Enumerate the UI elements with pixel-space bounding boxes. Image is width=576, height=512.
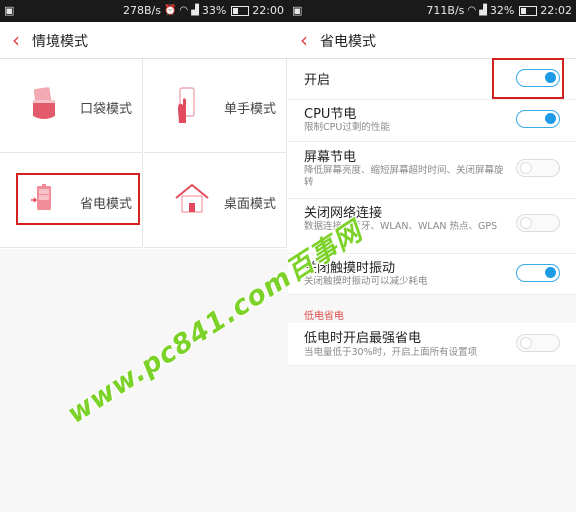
section-header: 低电省电 (304, 311, 344, 322)
mode-label: 桌面模式 (224, 197, 277, 212)
one-hand-mode-icon (178, 87, 195, 123)
highlight-box (492, 58, 564, 99)
cpu-toggle[interactable] (516, 110, 560, 128)
setting-subtitle: 关闭触摸时振动可以减少耗电 (304, 276, 428, 287)
setting-title: 开启 (304, 73, 331, 88)
screen-toggle[interactable] (516, 159, 560, 177)
setting-row-low-battery[interactable]: 低电时开启最强省电 当电量低于30%时，开启上面所有设置项 (288, 323, 576, 366)
setting-subtitle: 降低屏幕亮度、缩短屏幕超时时间、关闭屏幕旋转 (304, 165, 504, 188)
mode-label: 口袋模式 (80, 102, 133, 117)
mode-label: 单手模式 (224, 102, 277, 117)
network-speed: 711B/s (426, 4, 465, 17)
vibration-toggle[interactable] (516, 264, 560, 282)
network-toggle[interactable] (516, 214, 560, 232)
status-bar: ▣ 278B/s ⏰ ◠ ▟ 33% 22:00 (0, 0, 288, 22)
setting-subtitle: 当电量低于30%时，开启上面所有设置项 (304, 347, 478, 358)
scene-mode-screen: ▣ 278B/s ⏰ ◠ ▟ 33% 22:00 ‹ 情境模式 口袋模式 单手模… (0, 0, 288, 512)
desktop-mode-icon (175, 183, 209, 213)
title-bar: ‹ 情境模式 (0, 22, 288, 59)
status-bar: ▣ 711B/s ◠ ▟ 32% 22:02 (288, 0, 576, 22)
setting-row-screen[interactable]: 屏幕节电 降低屏幕亮度、缩短屏幕超时时间、关闭屏幕旋转 (288, 142, 576, 199)
toggle-knob (520, 162, 532, 174)
screenshot-icon: ▣ (292, 4, 303, 17)
toggle-knob (545, 113, 556, 124)
signal-icon: ▟ (479, 5, 487, 16)
network-speed: 278B/s (122, 4, 161, 17)
toggle-knob (545, 267, 556, 278)
battery-icon (519, 5, 538, 16)
signal-icon: ▟ (191, 5, 199, 16)
wifi-icon: ◠ (179, 5, 189, 16)
battery-percent: 32% (489, 4, 515, 17)
wifi-icon: ◠ (467, 5, 477, 16)
page-title: 省电模式 (320, 34, 376, 50)
low-battery-toggle[interactable] (516, 334, 560, 352)
mode-tile-pocket[interactable]: 口袋模式 (0, 59, 143, 153)
highlight-box (16, 173, 140, 225)
back-chevron-icon[interactable]: ‹ (12, 28, 20, 52)
back-chevron-icon[interactable]: ‹ (300, 28, 308, 52)
setting-title: 屏幕节电 (304, 150, 357, 165)
pocket-mode-icon (33, 87, 55, 119)
alarm-icon: ⏰ (163, 5, 177, 16)
battery-percent: 33% (201, 4, 227, 17)
page-title: 情境模式 (32, 34, 88, 50)
setting-row-cpu[interactable]: CPU节电 限制CPU过剩的性能 (288, 100, 576, 142)
battery-icon (231, 5, 250, 16)
setting-title: 低电时开启最强省电 (304, 331, 422, 346)
toggle-knob (520, 337, 532, 349)
clock: 22:02 (540, 4, 572, 17)
mode-tile-desktop[interactable]: 桌面模式 (144, 154, 287, 248)
screenshot-icon: ▣ (4, 4, 15, 17)
mode-tile-one-hand[interactable]: 单手模式 (144, 59, 287, 153)
setting-title: CPU节电 (304, 107, 357, 122)
setting-subtitle: 限制CPU过剩的性能 (304, 122, 390, 133)
toggle-knob (520, 217, 532, 229)
title-bar: ‹ 省电模式 (288, 22, 576, 59)
clock: 22:00 (252, 4, 284, 17)
